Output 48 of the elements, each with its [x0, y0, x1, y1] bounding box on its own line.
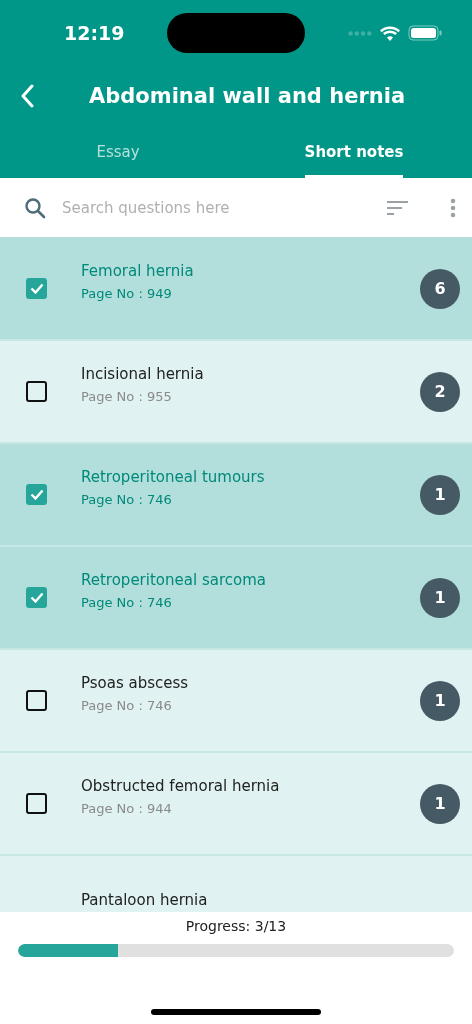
checkbox[interactable] — [26, 690, 47, 711]
page-number: Page No : 955 — [81, 389, 173, 404]
question-row[interactable]: Femoral hernia Page No : 949 6 — [0, 238, 472, 341]
status-time: 12:19 — [64, 22, 125, 44]
more-icon — [450, 197, 456, 218]
question-row[interactable]: Obstructed femoral hernia Page No : 944 1 — [0, 753, 472, 856]
signal-icon — [348, 30, 372, 36]
count-badge: 1 — [420, 474, 460, 515]
checkbox[interactable] — [26, 484, 47, 505]
question-title: Retroperitoneal sarcoma — [81, 571, 267, 589]
question-title: Femoral hernia — [81, 262, 195, 280]
tab[interactable]: Short notes — [236, 126, 472, 178]
checkbox[interactable] — [26, 587, 47, 608]
page-number: Page No : 746 — [81, 595, 173, 610]
question-title: Pantaloon hernia — [81, 890, 209, 909]
checkbox[interactable] — [26, 278, 47, 299]
sort-button[interactable] — [387, 199, 408, 216]
more-button[interactable] — [450, 197, 456, 218]
question-title: Obstructed femoral hernia — [81, 777, 281, 795]
check-icon — [29, 283, 44, 294]
count-badge: 1 — [420, 577, 460, 618]
back-icon — [20, 84, 34, 108]
count-badge: 6 — [420, 268, 460, 309]
question-row[interactable]: Psoas abscess Page No : 746 1 — [0, 650, 472, 753]
question-title: Incisional hernia — [81, 365, 205, 383]
question-row[interactable]: Retroperitoneal tumours Page No : 746 1 — [0, 444, 472, 547]
count-badge: 2 — [420, 371, 460, 412]
question-row[interactable]: Incisional hernia Page No : 955 2 — [0, 341, 472, 444]
check-icon — [29, 592, 44, 603]
wifi-icon — [380, 25, 400, 41]
page-number: Page No : 944 — [81, 801, 173, 816]
screen-title: Abdominal wall and hernia — [89, 84, 406, 108]
battery-icon — [408, 25, 442, 41]
page-number: Page No : 949 — [81, 286, 173, 301]
page-number: Page No : 746 — [81, 492, 173, 507]
checkbox[interactable] — [26, 381, 47, 402]
question-row[interactable]: Retroperitoneal sarcoma Page No : 746 1 — [0, 547, 472, 650]
checkbox[interactable] — [26, 793, 47, 814]
question-title: Psoas abscess — [81, 674, 190, 692]
check-icon — [29, 489, 44, 500]
question-title: Retroperitoneal tumours — [81, 468, 266, 486]
question-row[interactable]: Pantaloon hernia — [0, 856, 472, 912]
count-badge: 1 — [420, 783, 460, 824]
progress-label: Progress: 3/13 — [185, 918, 287, 934]
count-badge: 1 — [420, 680, 460, 721]
page-number: Page No : 746 — [81, 698, 173, 713]
search-icon — [24, 196, 46, 219]
sort-icon — [387, 199, 408, 216]
